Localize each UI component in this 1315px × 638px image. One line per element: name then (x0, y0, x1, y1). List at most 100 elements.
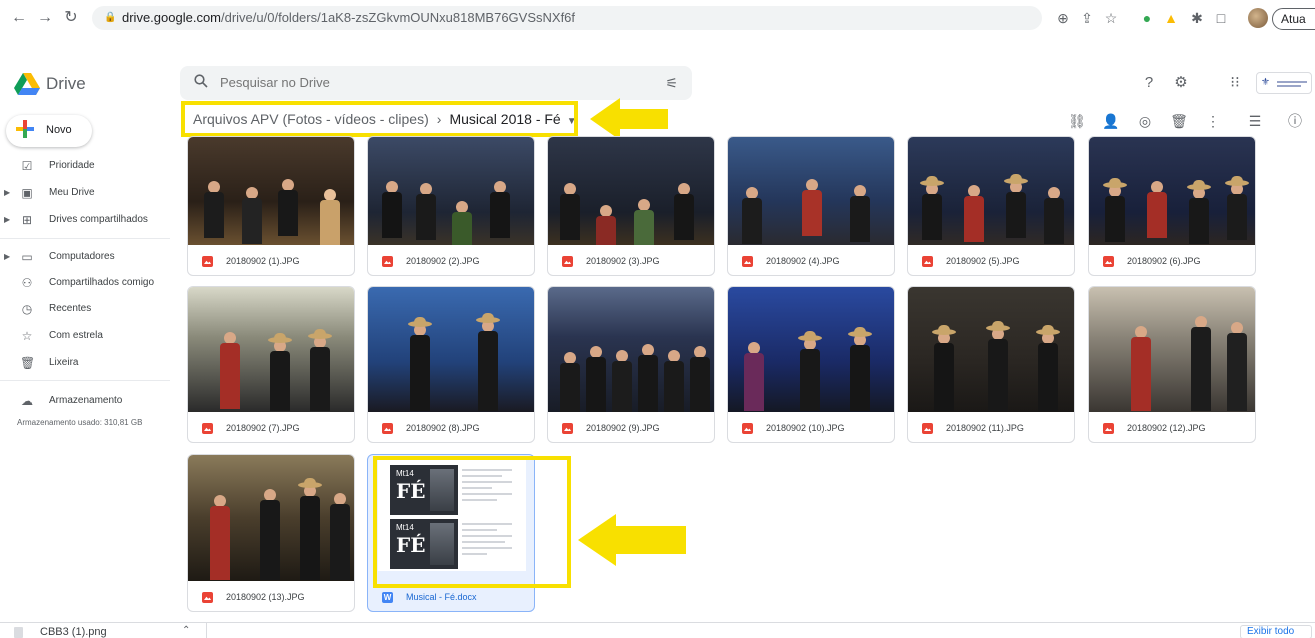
photo-thumbnail (188, 287, 354, 412)
drive-folder-icon: ▣ (21, 186, 33, 200)
sidebar-item-label: Prioridade (49, 160, 95, 171)
share-icon[interactable]: 👤 (1102, 112, 1120, 130)
file-card[interactable]: 20180902 (7).JPG (187, 286, 355, 443)
sidebar-item-my-drive[interactable]: ▶ ▣ Meu Drive (0, 182, 175, 204)
image-file-icon (1103, 423, 1114, 434)
search-bar[interactable]: ⚟ (180, 66, 692, 100)
back-icon[interactable]: ← (10, 9, 28, 27)
file-card[interactable]: 20180902 (11).JPG (907, 286, 1075, 443)
profile-avatar[interactable] (1248, 8, 1268, 28)
browser-toolbar: ← → ↻ 🔒 drive.google.com/drive/u/0/folder… (0, 0, 1315, 36)
help-icon[interactable]: ? (1140, 74, 1158, 92)
search-icon (194, 74, 208, 88)
photo-thumbnail (1089, 137, 1255, 245)
image-file-icon (382, 423, 393, 434)
trash-icon[interactable]: 🗑 (1170, 112, 1188, 130)
photo-thumbnail (908, 137, 1074, 245)
zoom-icon[interactable]: ⊕ (1054, 9, 1072, 27)
sidebar-item-label: Recentes (49, 303, 92, 314)
side-panel-icon[interactable]: □ (1212, 9, 1230, 27)
forward-icon[interactable]: → (36, 9, 54, 27)
file-name: 20180902 (2).JPG (406, 256, 480, 266)
expand-arrow-icon[interactable]: ▶ (4, 209, 10, 231)
sidebar-item-label: Meu Drive (49, 187, 95, 198)
url-path: /drive/u/0/folders/1aK8-zsZGkvmOUNxu818M… (221, 10, 576, 25)
image-file-icon (202, 256, 213, 267)
file-card[interactable]: 20180902 (8).JPG (367, 286, 535, 443)
download-bar-divider (206, 623, 207, 638)
sidebar-item-shared-with-me[interactable]: ⚇ Compartilhados comigo (0, 272, 175, 294)
breadcrumb-highlight-box (181, 101, 578, 137)
new-button[interactable]: Novo (6, 115, 92, 147)
info-icon[interactable]: ⓘ (1286, 112, 1304, 130)
file-card[interactable]: 20180902 (10).JPG (727, 286, 895, 443)
reload-icon[interactable]: ↻ (62, 9, 80, 27)
sidebar-item-priority[interactable]: ☑ Prioridade (0, 155, 175, 177)
document-highlight-box (373, 456, 571, 588)
sidebar-item-recent[interactable]: ◷ Recentes (0, 298, 175, 320)
download-options-caret-icon[interactable]: ⌃ (182, 625, 190, 636)
image-file-icon (742, 423, 753, 434)
file-name: 20180902 (5).JPG (946, 256, 1020, 266)
file-name: 20180902 (6).JPG (1127, 256, 1201, 266)
sidebar-item-shared-drives[interactable]: ▶ ⊞ Drives compartilhados (0, 209, 175, 231)
file-card[interactable]: 20180902 (4).JPG (727, 136, 895, 276)
file-name: 20180902 (1).JPG (226, 256, 300, 266)
screen: ← → ↻ 🔒 drive.google.com/drive/u/0/folder… (0, 0, 1315, 638)
file-name-row: 20180902 (5).JPG (908, 247, 1074, 275)
sidebar-item-storage[interactable]: ☁ Armazenamento (0, 390, 175, 412)
new-button-label: Novo (46, 124, 72, 136)
search-input[interactable] (220, 66, 620, 100)
expand-arrow-icon[interactable]: ▶ (4, 182, 10, 204)
photo-thumbnail (728, 287, 894, 412)
file-card[interactable]: 20180902 (9).JPG (547, 286, 715, 443)
file-card[interactable]: 20180902 (12).JPG (1088, 286, 1256, 443)
thumbs-extension-icon[interactable]: ▲ (1162, 9, 1180, 27)
photo-thumbnail (1089, 287, 1255, 412)
image-file-icon (202, 592, 213, 603)
settings-gear-icon[interactable]: ⚙ (1172, 74, 1190, 92)
file-name-row: 20180902 (10).JPG (728, 414, 894, 442)
file-card[interactable]: 20180902 (2).JPG (367, 136, 535, 276)
bookmark-star-icon[interactable]: ☆ (1102, 9, 1120, 27)
file-name-row: 20180902 (6).JPG (1089, 247, 1255, 275)
sidebar-divider (0, 380, 170, 381)
organization-logo[interactable]: ⚜ (1256, 72, 1312, 94)
star-icon: ☆ (21, 329, 33, 343)
more-options-icon[interactable]: ⋮ (1204, 112, 1222, 130)
sidebar-item-label: Lixeira (49, 357, 79, 368)
file-card[interactable]: 20180902 (3).JPG (547, 136, 715, 276)
search-options-icon[interactable]: ⚟ (665, 75, 678, 92)
drive-logo-icon[interactable] (14, 73, 40, 95)
file-name-row: 20180902 (4).JPG (728, 247, 894, 275)
trash-icon: 🗑 (20, 356, 36, 370)
file-card[interactable]: 20180902 (5).JPG (907, 136, 1075, 276)
photo-thumbnail (548, 137, 714, 245)
file-card[interactable]: 20180902 (13).JPG (187, 454, 355, 612)
sidebar-item-label: Com estrela (49, 330, 103, 341)
file-name-row: 20180902 (2).JPG (368, 247, 534, 275)
downloaded-file-name[interactable]: CBB3 (1).png (40, 626, 107, 638)
sidebar-item-label: Drives compartilhados (49, 214, 148, 225)
file-card[interactable]: 20180902 (6).JPG (1088, 136, 1256, 276)
photo-thumbnail (908, 287, 1074, 412)
image-file-icon (922, 423, 933, 434)
sidebar-item-trash[interactable]: 🗑 Lixeira (0, 352, 175, 374)
show-all-downloads-button[interactable]: Exibir todo (1240, 625, 1312, 638)
copy-link-icon[interactable]: ⛓ (1068, 112, 1086, 130)
share-page-icon[interactable]: ⇪ (1078, 9, 1096, 27)
address-bar[interactable]: 🔒 drive.google.com/drive/u/0/folders/1aK8… (92, 6, 1042, 30)
sidebar-item-computers[interactable]: ▶ ▭ Computadores (0, 246, 175, 268)
check-circle-icon: ☑ (21, 159, 33, 173)
list-view-icon[interactable]: ☰ (1246, 112, 1264, 130)
file-card[interactable]: 20180902 (1).JPG (187, 136, 355, 276)
update-button[interactable]: Atua (1272, 8, 1315, 30)
sidebar-item-starred[interactable]: ☆ Com estrela (0, 325, 175, 347)
image-file-icon (1103, 256, 1114, 267)
expand-arrow-icon[interactable]: ▶ (4, 246, 10, 268)
apps-grid-icon[interactable]: ⁝⁝ (1226, 74, 1244, 92)
puzzle-icon[interactable]: ✱ (1188, 9, 1206, 27)
preview-eye-icon[interactable]: ◎ (1136, 112, 1154, 130)
image-file-icon (922, 256, 933, 267)
extension-icon[interactable]: ● (1138, 9, 1156, 27)
